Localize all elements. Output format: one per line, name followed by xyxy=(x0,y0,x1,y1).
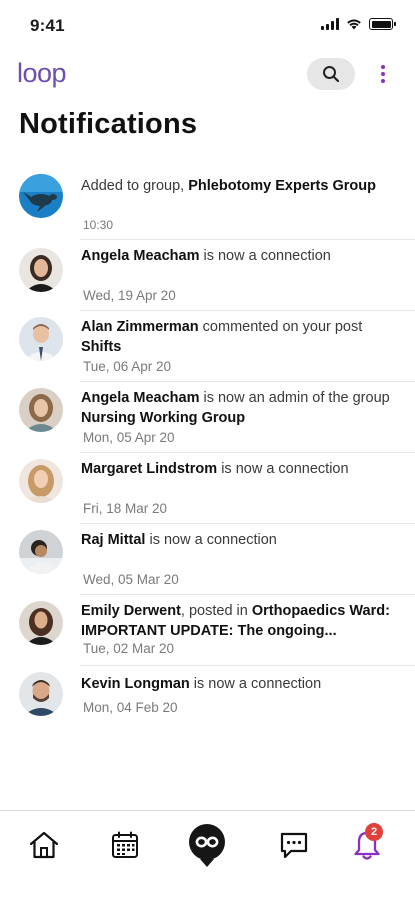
person-name: Angela Meacham xyxy=(81,390,200,406)
person-avatar xyxy=(19,317,63,361)
post-name: Shifts xyxy=(81,339,122,355)
person-name: Emily Derwent xyxy=(81,603,181,619)
notification-item[interactable]: Angela Meacham is now an admin of the gr… xyxy=(0,382,415,453)
search-button[interactable] xyxy=(307,58,355,90)
notification-time: Mon, 04 Feb 20 xyxy=(83,700,178,715)
more-vertical-icon xyxy=(381,65,385,69)
person-avatar xyxy=(19,248,63,292)
page-title: Notifications xyxy=(19,108,198,140)
person-avatar xyxy=(19,672,63,716)
status-icons xyxy=(321,18,396,30)
notification-text: Margaret Lindstrom is now a connection xyxy=(81,461,349,477)
home-icon xyxy=(29,831,59,859)
notification-item[interactable]: Emily Derwent, posted in Orthopaedics Wa… xyxy=(0,595,415,666)
person-name: Margaret Lindstrom xyxy=(81,461,218,477)
person-avatar xyxy=(19,388,63,432)
signal-icon xyxy=(321,18,339,30)
tab-calendar[interactable] xyxy=(101,821,149,869)
notification-time: Wed, 19 Apr 20 xyxy=(83,288,176,303)
group-name: Phlebotomy Experts Group xyxy=(188,178,376,194)
notification-time: Wed, 05 Mar 20 xyxy=(83,572,179,587)
notification-item[interactable]: Alan Zimmerman commented on your post Sh… xyxy=(0,311,415,382)
notification-time: Tue, 02 Mar 20 xyxy=(83,641,175,656)
notification-item[interactable]: Raj Mittal is now a connection Wed, 05 M… xyxy=(0,524,415,595)
notification-text: Kevin Longman is now a connection xyxy=(81,676,322,692)
notification-time: Fri, 18 Mar 20 xyxy=(83,501,168,516)
more-options-button[interactable] xyxy=(374,60,392,88)
person-avatar xyxy=(19,530,63,574)
notification-count-badge: 2 xyxy=(365,823,383,841)
person-name: Kevin Longman xyxy=(81,676,190,692)
person-avatar xyxy=(19,601,63,645)
bottom-tab-bar: 2 xyxy=(0,810,415,900)
notification-item[interactable]: Angela Meacham is now a connection Wed, … xyxy=(0,240,415,311)
notification-item[interactable]: Added to group, Phlebotomy Experts Group… xyxy=(0,168,415,240)
loop-icon xyxy=(189,824,225,867)
notification-text: Added to group, Phlebotomy Experts Group xyxy=(81,178,376,194)
tab-home[interactable] xyxy=(20,821,68,869)
group-name: Nursing Working Group xyxy=(81,410,246,426)
turtle-group-avatar xyxy=(19,174,63,218)
notification-item[interactable]: Margaret Lindstrom is now a connection F… xyxy=(0,453,415,524)
notification-time: 10:30 xyxy=(83,218,114,232)
tab-messages[interactable] xyxy=(270,821,318,869)
svg-text:loop: loop xyxy=(17,58,66,88)
loop-logo: loop xyxy=(17,58,67,88)
status-time: 9:41 xyxy=(30,16,65,35)
tab-loop[interactable] xyxy=(183,821,231,869)
notification-time: Mon, 05 Apr 20 xyxy=(83,430,175,445)
wifi-icon xyxy=(347,19,361,30)
person-name: Alan Zimmerman xyxy=(81,319,199,335)
notification-text: Angela Meacham is now a connection xyxy=(81,248,331,264)
notification-text: Emily Derwent, posted in Orthopaedics Wa… xyxy=(81,603,390,639)
person-name: Angela Meacham xyxy=(81,248,200,264)
notification-time: Tue, 06 Apr 20 xyxy=(83,359,172,374)
notification-text: Raj Mittal is now a connection xyxy=(81,532,277,548)
notification-text: Angela Meacham is now an admin of the gr… xyxy=(81,390,390,426)
chat-icon xyxy=(280,832,308,859)
notification-text: Alan Zimmerman commented on your post Sh… xyxy=(81,319,363,355)
status-bar: 9:41 xyxy=(0,0,415,48)
person-name: Raj Mittal xyxy=(81,532,146,548)
search-icon xyxy=(323,66,340,83)
battery-icon xyxy=(369,18,396,30)
notification-item[interactable]: Kevin Longman is now a connection Mon, 0… xyxy=(0,666,415,736)
person-avatar xyxy=(19,459,63,503)
calendar-icon xyxy=(112,831,138,858)
tab-notifications[interactable]: 2 xyxy=(343,821,391,869)
